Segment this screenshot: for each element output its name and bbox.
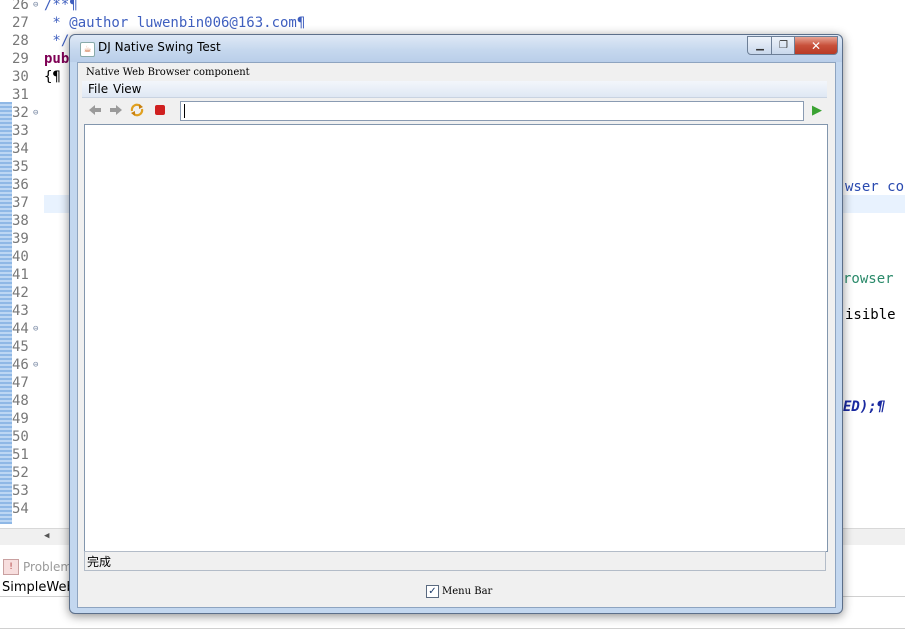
title-bar[interactable]: ☕ DJ Native Swing Test ▁ ❐ ✕ [70,35,842,62]
component-title: Native Web Browser component [86,67,250,78]
back-button[interactable] [87,102,103,118]
line-number: 37 [12,195,29,211]
back-arrow-icon [89,105,101,115]
problems-icon: ! [3,559,19,575]
line-number: 44 [12,321,29,337]
browser-toolbar: ▶ [82,99,827,123]
maximize-button[interactable]: ❐ [771,36,796,55]
change-ruler [0,102,12,524]
status-text: 完成 [87,555,112,569]
line-number: 31 [12,87,29,103]
refresh-button[interactable] [129,102,145,118]
problems-tab-label: Problem [23,560,73,574]
code-line: */ [44,33,70,49]
line-number: 49 [12,411,29,427]
menu-bar: File View [82,81,827,98]
forward-button[interactable] [108,102,124,118]
refresh-icon [130,103,144,117]
code-fragment: wser co [845,179,905,195]
line-number: 40 [12,249,29,265]
java-app-icon: ☕ [80,42,95,57]
line-number: 36 [12,177,29,193]
code-line: * @author luwenbin006@163.com¶ [44,15,306,31]
menu-bar-checkbox[interactable]: ✓ Menu Bar [426,585,492,598]
line-number: 32 [12,105,29,121]
scroll-left-icon[interactable]: ◀ [44,531,49,541]
line-number: 47 [12,375,29,391]
problems-tab[interactable]: ! Problem [0,556,72,578]
line-number: 51 [12,447,29,463]
stop-button[interactable] [152,102,168,118]
line-number: 43 [12,303,29,319]
menu-bar-checkbox-label: Menu Bar [442,586,493,597]
line-number: 45 [12,339,29,355]
menu-view[interactable]: View [113,81,141,97]
divider [0,628,905,629]
line-number: 34 [12,141,29,157]
status-bar: 完成 [84,551,826,571]
line-number: 29 [12,51,29,67]
line-number: 53 [12,483,29,499]
forward-arrow-icon [110,105,122,115]
line-number: 33 [12,123,29,139]
line-number: 35 [12,159,29,175]
go-icon: ▶ [812,102,822,118]
checkbox-checked-icon[interactable]: ✓ [426,585,439,598]
line-number: 42 [12,285,29,301]
code-fragment: ED);¶ [843,399,886,415]
url-input[interactable] [180,101,804,121]
line-number: 26 [12,0,29,13]
code-fragment: rowser [843,271,894,287]
fold-collapse-icon[interactable]: ⊖ [33,356,38,374]
line-number: 27 [12,15,29,31]
minimize-button[interactable]: ▁ [747,36,773,55]
line-number: 52 [12,465,29,481]
text-caret [184,104,185,118]
line-number: 54 [12,501,29,517]
go-button[interactable]: ▶ [809,102,825,118]
stop-icon [155,105,165,115]
menu-file[interactable]: File [88,81,108,97]
line-number: 39 [12,231,29,247]
code-fragment: isible [845,307,896,323]
fold-collapse-icon[interactable]: ⊖ [33,0,38,14]
window-title: DJ Native Swing Test [98,40,221,54]
fold-collapse-icon[interactable]: ⊖ [33,104,38,122]
line-number: 28 [12,33,29,49]
window-content: Native Web Browser component File View ▶… [77,62,836,608]
line-number: 50 [12,429,29,445]
close-button[interactable]: ✕ [794,36,838,55]
line-number: 46 [12,357,29,373]
code-line: {¶ [44,69,61,85]
swing-window: ☕ DJ Native Swing Test ▁ ❐ ✕ Native Web … [69,34,843,614]
code-line: pub [44,51,70,67]
web-browser-view[interactable] [84,124,828,552]
line-number: 41 [12,267,29,283]
line-number: 48 [12,393,29,409]
line-number: 38 [12,213,29,229]
fold-collapse-icon[interactable]: ⊖ [33,320,38,338]
line-number: 30 [12,69,29,85]
code-line: /**¶ [44,0,78,13]
